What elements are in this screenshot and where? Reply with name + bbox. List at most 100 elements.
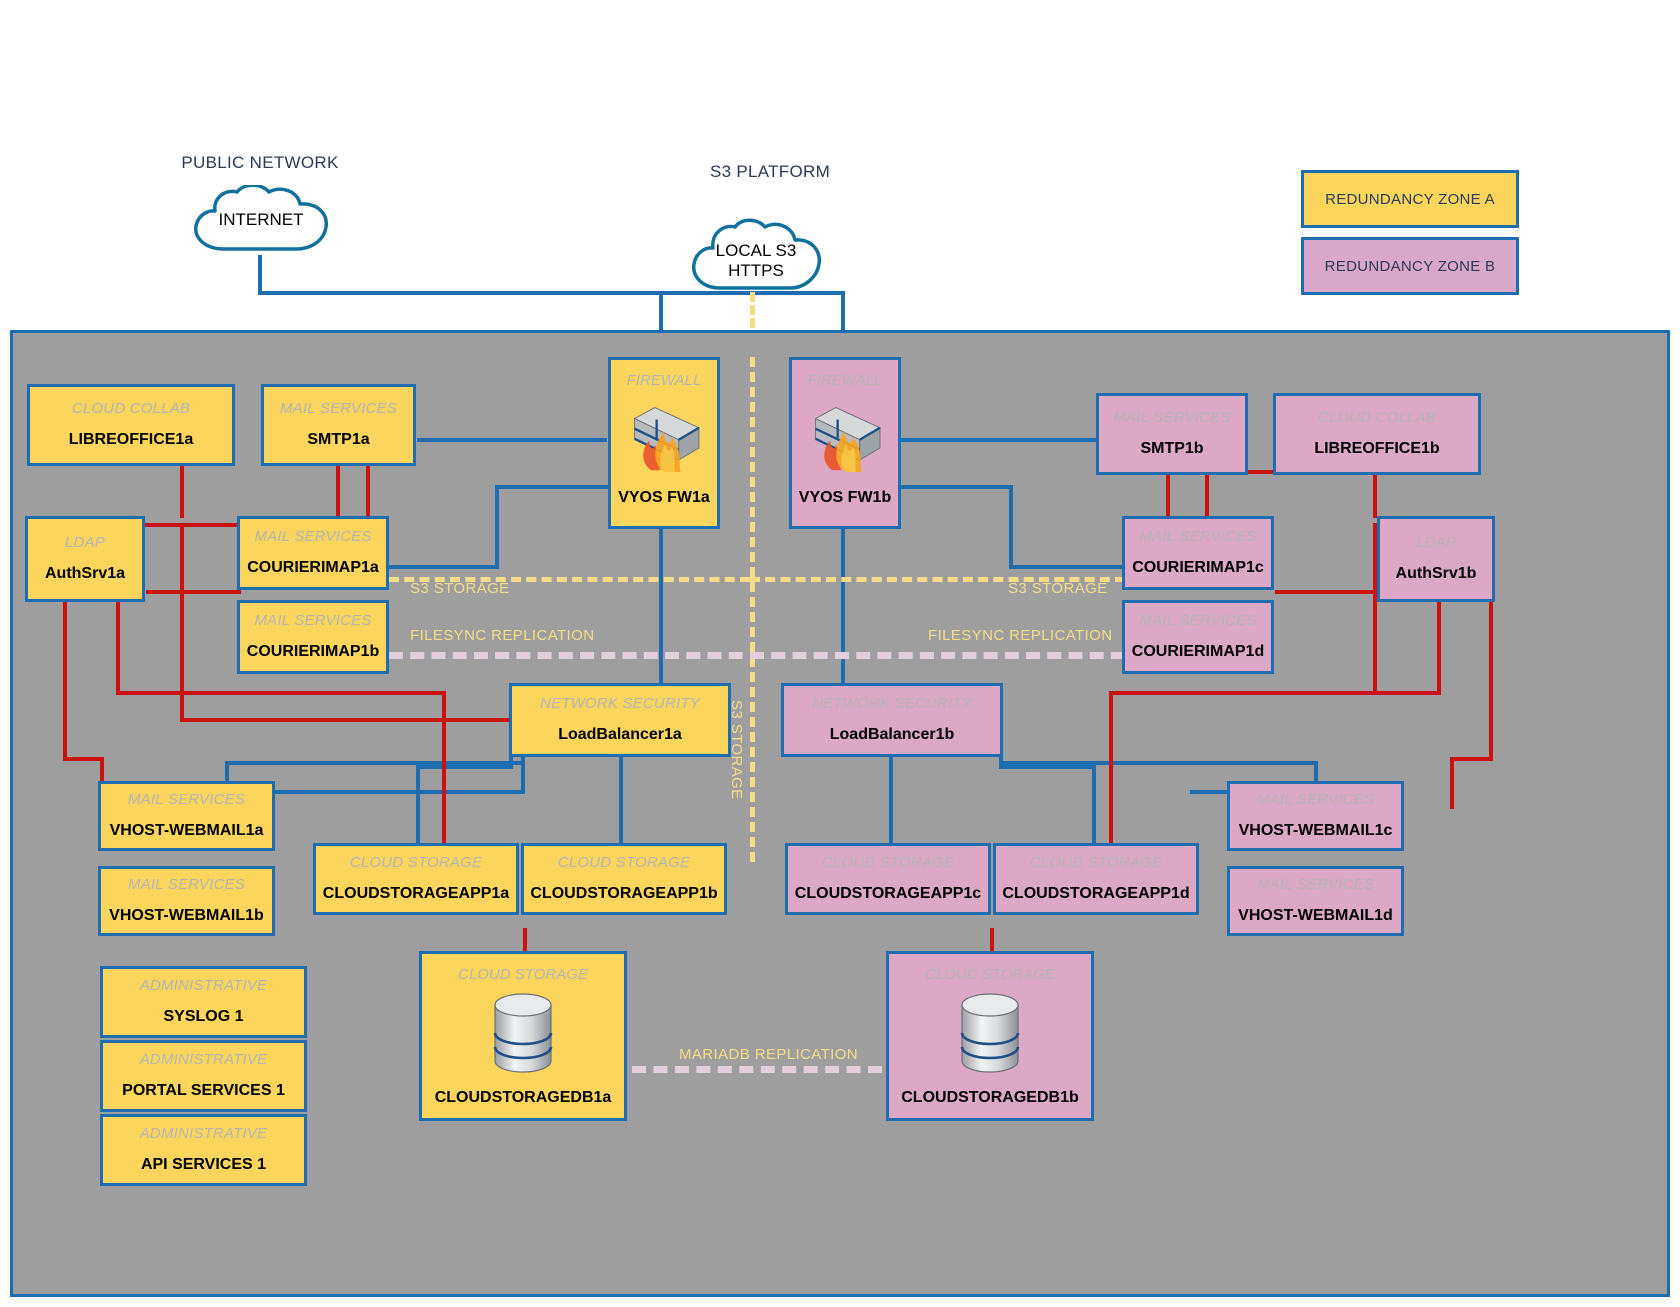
node-name: CLOUDSTORAGEAPP1d <box>1002 885 1190 903</box>
redwire-to-app1a <box>442 691 446 846</box>
node-name: LIBREOFFICE1b <box>1314 440 1440 458</box>
node-courierimap1c[interactable]: MAIL SERVICES COURIERIMAP1c <box>1122 516 1274 590</box>
node-category: MAIL SERVICES <box>127 791 246 809</box>
node-vhost-webmail1b[interactable]: MAIL SERVICES VHOST-WEBMAIL1b <box>98 866 275 936</box>
node-category: CLOUD COLLAB <box>71 400 191 418</box>
s3-storage-label-right: S3 STORAGE <box>1008 580 1108 597</box>
node-smtp1a[interactable]: MAIL SERVICES SMTP1a <box>261 384 416 466</box>
node-name: CLOUDSTORAGEAPP1c <box>794 885 982 903</box>
node-vyos-fw1a[interactable]: FIREWALL VYOS FW1a <box>608 357 720 529</box>
node-name: VYOS FW1b <box>798 489 892 506</box>
s3-platform-label: S3 PLATFORM <box>709 162 831 181</box>
node-category: MAIL SERVICES <box>254 528 372 546</box>
firewall-icon <box>633 407 700 472</box>
node-vhost-webmail1a[interactable]: MAIL SERVICES VHOST-WEBMAIL1a <box>98 781 275 851</box>
node-name: AuthSrv1b <box>1395 565 1477 583</box>
node-category: FIREWALL <box>626 372 702 389</box>
node-cloudstoragedb1b[interactable]: CLOUD STORAGE CLOUDSTORAGEDB1b <box>886 951 1094 1121</box>
node-name: VYOS FW1a <box>618 489 710 506</box>
node-name: COURIERIMAP1b <box>246 643 380 661</box>
redwire-authsrv-long2 <box>116 600 120 695</box>
redwire-smtp1b-down2 <box>1205 470 1209 518</box>
node-cloudstorageapp1c[interactable]: CLOUD STORAGE CLOUDSTORAGEAPP1c <box>785 843 991 915</box>
node-category: CLOUD COLLAB <box>1317 409 1437 427</box>
legend-zone-b: REDUNDANCY ZONE B <box>1301 237 1519 295</box>
node-smtp1b[interactable]: MAIL SERVICES SMTP1b <box>1096 393 1248 475</box>
redwire-lb1a-bus <box>180 718 525 722</box>
mariadb-dash-line <box>632 1066 882 1073</box>
filesync-label-right: FILESYNC REPLICATION <box>928 627 1113 644</box>
node-loadbalancer1b[interactable]: NETWORK SECURITY LoadBalancer1b <box>781 683 1003 757</box>
node-name: SMTP1a <box>307 431 370 449</box>
node-cloudstorageapp1b[interactable]: CLOUD STORAGE CLOUDSTORAGEAPP1b <box>521 843 727 915</box>
node-name: VHOST-WEBMAIL1a <box>109 822 264 840</box>
node-vhost-webmail1d[interactable]: MAIL SERVICES VHOST-WEBMAIL1d <box>1227 866 1404 936</box>
redwire-db1b-up <box>990 928 994 952</box>
local-s3-cloud[interactable]: LOCAL S3 HTTPS <box>686 218 826 298</box>
node-vhost-webmail1c[interactable]: MAIL SERVICES VHOST-WEBMAIL1c <box>1227 781 1404 851</box>
filesync-dash-line <box>389 652 1125 659</box>
internet-cloud-label: INTERNET <box>218 210 304 229</box>
node-name: COURIERIMAP1c <box>1132 559 1264 577</box>
node-category: NETWORK SECURITY <box>812 695 972 713</box>
redwire-mid-bus <box>116 691 446 695</box>
node-category: CLOUD STORAGE <box>557 854 691 872</box>
node-portal-services1[interactable]: ADMINISTRATIVE PORTAL SERVICES 1 <box>100 1040 307 1112</box>
node-cloudstoragedb1a[interactable]: CLOUD STORAGE CLOUDSTORAGEDB1a <box>419 951 627 1121</box>
node-category: ADMINISTRATIVE <box>139 1125 268 1143</box>
network-architecture-diagram: PUBLIC NETWORK S3 PLATFORM INTERNET LOCA… <box>0 0 1680 1307</box>
node-courierimap1a[interactable]: MAIL SERVICES COURIERIMAP1a <box>237 516 389 590</box>
node-category: CLOUD STORAGE <box>821 854 955 872</box>
wire-courierimap1c-in <box>1009 565 1124 569</box>
node-name: API SERVICES 1 <box>140 1156 267 1174</box>
node-syslog1[interactable]: ADMINISTRATIVE SYSLOG 1 <box>100 966 307 1038</box>
node-category: MAIL SERVICES <box>1256 791 1375 809</box>
node-cloudstorageapp1d[interactable]: CLOUD STORAGE CLOUDSTORAGEAPP1d <box>993 843 1199 915</box>
node-category: ADMINISTRATIVE <box>139 1051 268 1069</box>
wire-internet-down <box>258 255 262 293</box>
node-name: CLOUDSTORAGEDB1a <box>434 1089 612 1106</box>
redwire-authsrv-courier2 <box>146 590 241 594</box>
local-s3-line1: LOCAL S3 <box>715 241 797 260</box>
node-name: VHOST-WEBMAIL1d <box>1238 907 1393 925</box>
node-category: MAIL SERVICES <box>1139 612 1257 630</box>
wire-fw1a-smtp1a <box>417 438 607 442</box>
node-name: CLOUDSTORAGEDB1b <box>901 1089 1079 1106</box>
node-category: CLOUD STORAGE <box>349 854 483 872</box>
firewall-icon <box>814 407 881 472</box>
node-name: AuthSrv1a <box>44 565 126 583</box>
node-name: CLOUDSTORAGEAPP1b <box>530 885 718 903</box>
node-cloudstorageapp1a[interactable]: CLOUD STORAGE CLOUDSTORAGEAPP1a <box>313 843 519 915</box>
wire-fw1b-lower <box>900 485 1013 489</box>
filesync-label-left: FILESYNC REPLICATION <box>410 627 595 644</box>
node-libreoffice1a[interactable]: CLOUD COLLAB LIBREOFFICE1a <box>27 384 235 466</box>
node-name: VHOST-WEBMAIL1b <box>109 907 264 925</box>
node-name: COURIERIMAP1a <box>247 559 379 577</box>
node-category: NETWORK SECURITY <box>540 695 700 713</box>
node-name: PORTAL SERVICES 1 <box>122 1082 285 1100</box>
node-courierimap1b[interactable]: MAIL SERVICES COURIERIMAP1b <box>237 600 389 674</box>
node-name: SYSLOG 1 <box>163 1008 244 1026</box>
node-authsrv1b[interactable]: LDAP AuthSrv1b <box>1377 516 1495 602</box>
node-authsrv1a[interactable]: LDAP AuthSrv1a <box>25 516 145 602</box>
redwire-to-webmail1c <box>1450 757 1493 761</box>
redwire-to-app1d <box>1109 691 1113 846</box>
node-name: CLOUDSTORAGEAPP1a <box>322 885 510 903</box>
node-courierimap1d[interactable]: MAIL SERVICES COURIERIMAP1d <box>1122 600 1274 674</box>
wire-fw1b-smtp1b <box>900 438 1097 442</box>
internet-cloud[interactable]: INTERNET <box>188 185 334 257</box>
database-icon <box>960 993 1020 1073</box>
redwire-to-webmail1c-down <box>1450 757 1454 809</box>
node-category: CLOUD STORAGE <box>1029 854 1163 872</box>
node-loadbalancer1a[interactable]: NETWORK SECURITY LoadBalancer1a <box>509 683 731 757</box>
wire-internet-right <box>258 291 663 295</box>
node-api-services1[interactable]: ADMINISTRATIVE API SERVICES 1 <box>100 1114 307 1186</box>
node-category: MAIL SERVICES <box>1139 528 1257 546</box>
node-vyos-fw1b[interactable]: FIREWALL VYOS FW1b <box>789 357 901 529</box>
redwire-authsrv-courier-b <box>1275 590 1375 594</box>
node-category: FIREWALL <box>807 372 883 389</box>
node-category: CLOUD STORAGE <box>458 966 588 983</box>
mariadb-replication-label: MARIADB REPLICATION <box>679 1046 859 1063</box>
node-libreoffice1b[interactable]: CLOUD COLLAB LIBREOFFICE1b <box>1273 393 1481 475</box>
redwire-to-webmail1a <box>63 757 103 761</box>
